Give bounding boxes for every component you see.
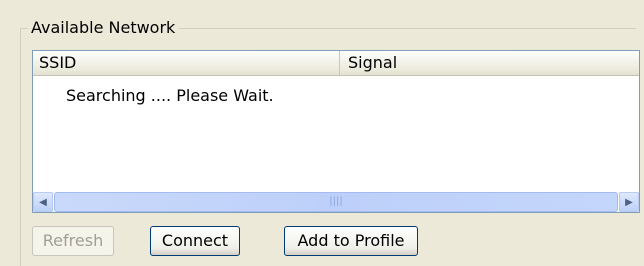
column-header-ssid[interactable]: SSID [33, 51, 340, 75]
scroll-right-arrow-icon: ▶ [625, 196, 633, 208]
connect-button[interactable]: Connect [150, 226, 240, 256]
add-to-profile-button[interactable]: Add to Profile [284, 226, 418, 256]
scrollbar-grip-icon: |||| [329, 196, 343, 207]
refresh-button[interactable]: Refresh [32, 226, 114, 256]
searching-status-text: Searching .... Please Wait. [66, 86, 274, 105]
scrollbar-thumb[interactable]: |||| [54, 192, 618, 212]
network-list[interactable]: SSID Signal Searching .... Please Wait. … [32, 50, 640, 213]
scroll-right-button[interactable]: ▶ [619, 192, 639, 212]
horizontal-scrollbar[interactable]: ◀ |||| ▶ [33, 192, 639, 212]
scroll-left-arrow-icon: ◀ [39, 196, 47, 208]
list-header: SSID Signal [33, 51, 639, 76]
column-header-signal[interactable]: Signal [340, 51, 639, 75]
scroll-left-button[interactable]: ◀ [33, 192, 53, 212]
groupbox-title: Available Network [28, 18, 180, 38]
